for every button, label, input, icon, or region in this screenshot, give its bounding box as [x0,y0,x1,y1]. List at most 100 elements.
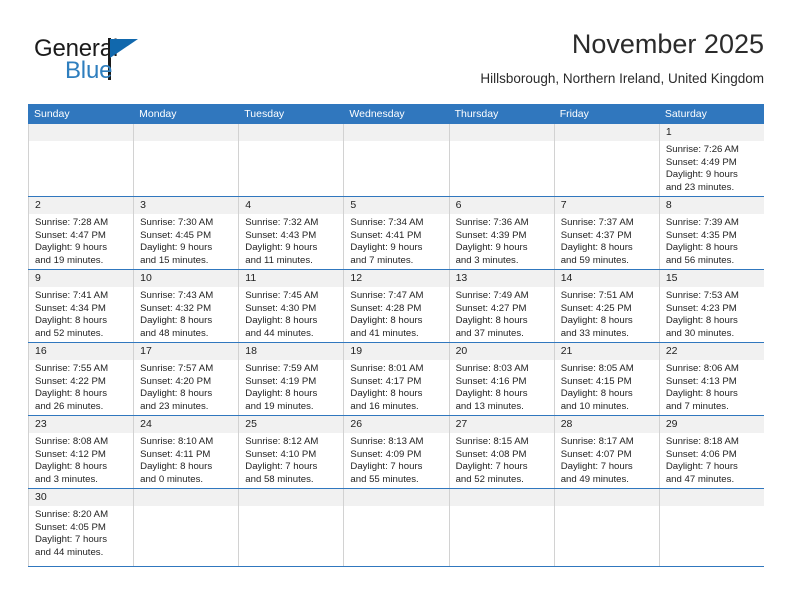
calendar-day-cell[interactable]: 1 Sunrise: 7:26 AM Sunset: 4:49 PM Daylight… [658,124,764,196]
day-number [134,124,239,141]
day-number: 16 [29,343,134,360]
calendar-day-cell[interactable]: 30 Sunrise: 8:20 AM Sunset: 4:05 PM Dayligh… [28,489,134,566]
day-number: 21 [554,343,659,360]
day-daylight2-text: and 7 minutes. [665,400,729,412]
calendar-weeks: 1 Sunrise: 7:26 AM Sunset: 4:49 PM Daylight… [28,124,764,567]
general-blue-logo: General Blue [34,36,214,92]
day-number: 8 [659,197,764,214]
calendar-day-cell[interactable]: 25 Sunrise: 8:12 AM Sunset: 4:10 PM Dayligh… [238,416,344,488]
day-sun-info: Sunrise: 8:13 AM Sunset: 4:09 PM Daylight:… [344,433,448,486]
day-sunrise-text: Sunrise: 7:45 AM [245,290,319,301]
day-number: 17 [134,343,239,360]
day-sun-info: Sunrise: 7:41 AM Sunset: 4:34 PM Daylight:… [29,287,133,340]
day-number: 18 [239,343,344,360]
day-number [344,489,449,506]
calendar-day-cell[interactable]: 8 Sunrise: 7:39 AM Sunset: 4:35 PM Daylight… [658,197,764,269]
calendar-day-cell[interactable]: 15 Sunrise: 7:53 AM Sunset: 4:23 PM Dayligh… [658,270,764,342]
weekday-header-monday: Monday [139,108,177,120]
day-number: 23 [29,416,134,433]
day-number: 4 [239,197,344,214]
calendar-day-cell[interactable]: 22 Sunrise: 8:06 AM Sunset: 4:13 PM Dayligh… [658,343,764,415]
day-number [659,489,764,506]
day-daylight1-text: Daylight: 7 hours [665,461,738,473]
day-daylight2-text: and 16 minutes. [350,400,419,412]
calendar-day-cell[interactable]: 26 Sunrise: 8:13 AM Sunset: 4:09 PM Dayligh… [343,416,449,488]
calendar-day-cell[interactable]: 2 Sunrise: 7:28 AM Sunset: 4:47 PM Daylight… [28,197,134,269]
calendar-day-cell[interactable]: 28 Sunrise: 8:17 AM Sunset: 4:07 PM Dayligh… [553,416,659,488]
calendar-day-cell[interactable]: 20 Sunrise: 8:03 AM Sunset: 4:16 PM Dayligh… [448,343,554,415]
calendar-day-cell[interactable]: 5 Sunrise: 7:34 AM Sunset: 4:41 PM Daylight… [343,197,449,269]
day-daylight2-text: and 59 minutes. [560,254,629,266]
calendar-day-cell-empty [133,124,239,196]
calendar-day-cell-empty [448,489,554,566]
calendar-day-cell[interactable]: 9 Sunrise: 7:41 AM Sunset: 4:34 PM Daylight… [28,270,134,342]
day-sun-info: Sunrise: 8:06 AM Sunset: 4:13 PM Daylight:… [660,360,764,413]
calendar-day-cell[interactable]: 11 Sunrise: 7:45 AM Sunset: 4:30 PM Dayligh… [238,270,344,342]
day-sun-info: Sunrise: 8:08 AM Sunset: 4:12 PM Daylight:… [29,433,133,486]
calendar-day-cell[interactable]: 24 Sunrise: 8:10 AM Sunset: 4:11 PM Dayligh… [133,416,239,488]
calendar-day-cell[interactable]: 19 Sunrise: 8:01 AM Sunset: 4:17 PM Dayligh… [343,343,449,415]
day-sunrise-text: Sunrise: 7:30 AM [140,217,214,228]
day-sunset-text: Sunset: 4:27 PM [455,302,527,314]
calendar-day-cell[interactable]: 6 Sunrise: 7:36 AM Sunset: 4:39 PM Daylight… [448,197,554,269]
day-sunrise-text: Sunrise: 8:12 AM [245,436,319,447]
day-daylight2-text: and 23 minutes. [140,400,209,412]
calendar-day-cell[interactable]: 27 Sunrise: 8:15 AM Sunset: 4:08 PM Dayligh… [448,416,554,488]
day-sunset-text: Sunset: 4:41 PM [350,229,422,241]
calendar-day-cell[interactable]: 4 Sunrise: 7:32 AM Sunset: 4:43 PM Daylight… [238,197,344,269]
day-sunset-text: Sunset: 4:25 PM [560,302,632,314]
day-sunrise-text: Sunrise: 7:43 AM [140,290,214,301]
day-number [449,124,554,141]
day-number: 11 [239,270,344,287]
calendar-day-cell[interactable]: 3 Sunrise: 7:30 AM Sunset: 4:45 PM Daylight… [133,197,239,269]
day-sunrise-text: Sunrise: 7:26 AM [665,144,739,155]
calendar-day-cell[interactable]: 16 Sunrise: 7:55 AM Sunset: 4:22 PM Dayligh… [28,343,134,415]
calendar-day-cell-empty [238,124,344,196]
calendar-day-cell[interactable]: 29 Sunrise: 8:18 AM Sunset: 4:06 PM Dayligh… [658,416,764,488]
day-number: 15 [659,270,764,287]
day-sun-info: Sunrise: 8:20 AM Sunset: 4:05 PM Daylight:… [29,506,133,559]
page-title: November 2025 [571,29,764,59]
calendar-day-cell[interactable]: 10 Sunrise: 7:43 AM Sunset: 4:32 PM Dayligh… [133,270,239,342]
day-number: 22 [659,343,764,360]
day-daylight1-text: Daylight: 8 hours [140,388,213,400]
day-sunrise-text: Sunrise: 8:08 AM [35,436,109,447]
day-sunset-text: Sunset: 4:43 PM [245,229,317,241]
day-sunset-text: Sunset: 4:15 PM [560,375,632,387]
day-sunrise-text: Sunrise: 7:51 AM [560,290,634,301]
day-number: 28 [554,416,659,433]
day-daylight2-text: and 52 minutes. [35,327,104,339]
day-number [29,124,134,141]
weekday-header-saturday: Saturday [664,108,707,120]
calendar-day-cell-empty [28,124,134,196]
day-sunrise-text: Sunrise: 7:47 AM [350,290,424,301]
day-sunset-text: Sunset: 4:32 PM [140,302,212,314]
calendar-week-row: 2 Sunrise: 7:28 AM Sunset: 4:47 PM Daylight… [28,197,764,270]
day-number: 9 [29,270,134,287]
day-daylight2-text: and 44 minutes. [35,546,104,558]
day-sun-info: Sunrise: 8:15 AM Sunset: 4:08 PM Daylight:… [450,433,554,486]
calendar-day-cell[interactable]: 14 Sunrise: 7:51 AM Sunset: 4:25 PM Dayligh… [553,270,659,342]
day-daylight1-text: Daylight: 8 hours [35,388,107,400]
day-sunrise-text: Sunrise: 7:28 AM [35,217,109,228]
day-sunrise-text: Sunrise: 7:49 AM [455,290,529,301]
calendar-day-cell[interactable]: 13 Sunrise: 7:49 AM Sunset: 4:27 PM Dayligh… [448,270,554,342]
day-sunset-text: Sunset: 4:06 PM [665,448,737,460]
weekday-header-friday: Friday [559,108,589,120]
calendar-day-cell[interactable]: 18 Sunrise: 7:59 AM Sunset: 4:19 PM Dayligh… [238,343,344,415]
calendar-day-cell[interactable]: 23 Sunrise: 8:08 AM Sunset: 4:12 PM Dayligh… [28,416,134,488]
logo-triangle-icon [110,39,138,58]
day-sunrise-text: Sunrise: 7:36 AM [455,217,529,228]
day-number: 27 [449,416,554,433]
day-sunset-text: Sunset: 4:49 PM [665,156,737,168]
calendar-day-cell[interactable]: 17 Sunrise: 7:57 AM Sunset: 4:20 PM Dayligh… [133,343,239,415]
calendar-day-cell[interactable]: 7 Sunrise: 7:37 AM Sunset: 4:37 PM Daylight… [553,197,659,269]
logo-text-blue: Blue [65,57,113,84]
day-sunrise-text: Sunrise: 7:39 AM [665,217,739,228]
calendar-day-cell[interactable]: 21 Sunrise: 8:05 AM Sunset: 4:15 PM Dayligh… [553,343,659,415]
calendar-day-cell-empty [238,489,344,566]
calendar-week-row: 1 Sunrise: 7:26 AM Sunset: 4:49 PM Daylight… [28,124,764,197]
day-sun-info: Sunrise: 7:57 AM Sunset: 4:20 PM Daylight:… [134,360,238,413]
day-sunrise-text: Sunrise: 8:18 AM [665,436,739,447]
calendar-day-cell[interactable]: 12 Sunrise: 7:47 AM Sunset: 4:28 PM Dayligh… [343,270,449,342]
